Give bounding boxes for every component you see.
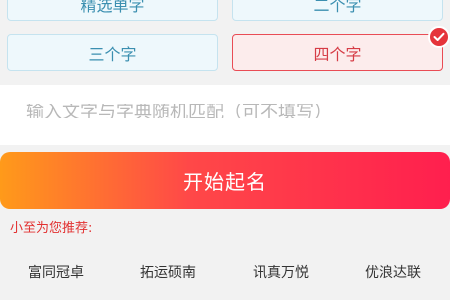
option-two-chars-label: 二个字 bbox=[313, 0, 362, 15]
option-jingxuan-danzi-label: 精选单字 bbox=[80, 0, 145, 15]
recommended-name[interactable]: 富同冠卓 bbox=[28, 262, 84, 282]
start-naming-button-label: 开始起名 bbox=[183, 170, 267, 194]
option-jingxuan-danzi[interactable]: 精选单字 bbox=[7, 0, 218, 21]
selected-check-icon bbox=[428, 26, 450, 48]
recommended-name[interactable]: 优浪达联 bbox=[365, 262, 421, 282]
option-three-chars[interactable]: 三个字 bbox=[7, 34, 218, 71]
text-input-field[interactable]: 输入文字与字典随机匹配（可不填写） bbox=[26, 104, 426, 118]
recommended-name[interactable]: 讯真万悦 bbox=[253, 262, 309, 282]
text-input-placeholder: 输入文字与字典随机匹配（可不填写） bbox=[26, 104, 332, 118]
recommended-name[interactable]: 拓运硕南 bbox=[140, 262, 196, 282]
option-three-chars-label: 三个字 bbox=[88, 44, 137, 64]
recommend-label: 小至为您推荐: bbox=[10, 221, 93, 236]
option-four-chars-label: 四个字 bbox=[313, 44, 362, 64]
start-naming-button[interactable]: 开始起名 bbox=[0, 152, 450, 209]
option-four-chars[interactable]: 四个字 bbox=[232, 34, 443, 71]
option-two-chars[interactable]: 二个字 bbox=[232, 0, 443, 21]
